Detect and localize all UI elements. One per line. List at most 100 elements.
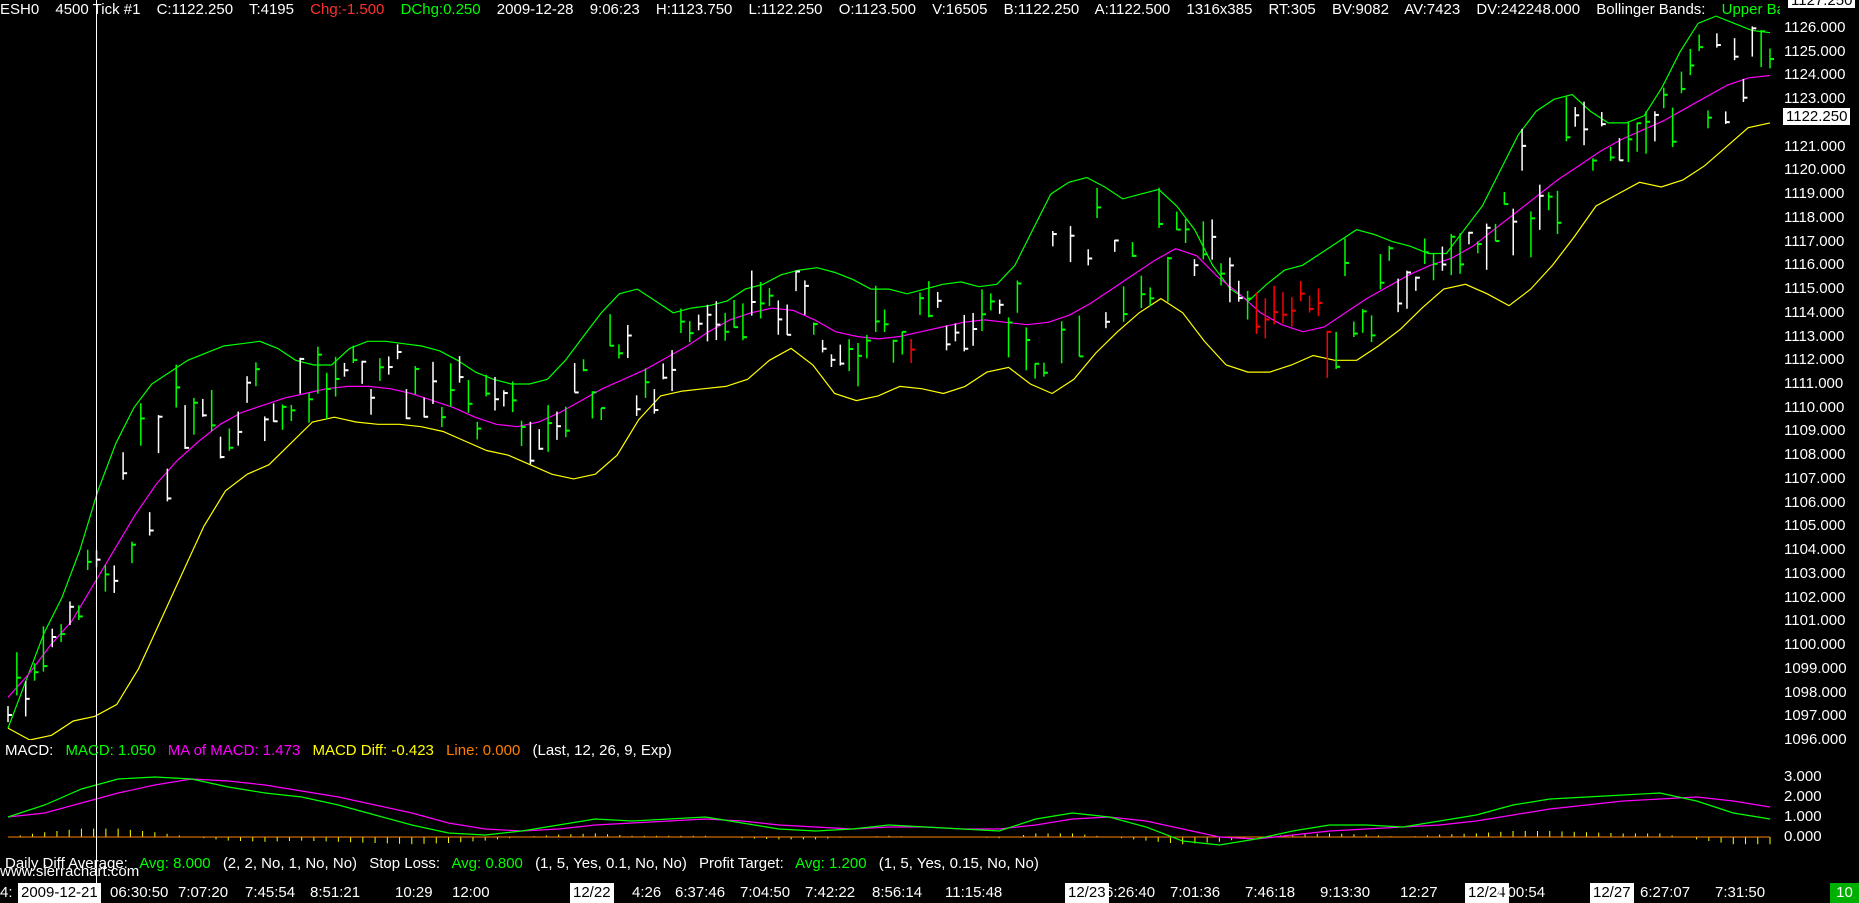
time-axis[interactable]: 4: 2009-12-21 06:30:50 7:07:20 7:45:54 8:51:2… xyxy=(0,883,1859,903)
time-axis-label: 9:13:30 xyxy=(1320,884,1371,901)
macd-diff-value: MACD Diff: -0.423 xyxy=(312,742,434,759)
price-bar xyxy=(600,407,606,420)
ma-of-macd-line xyxy=(7,778,1771,840)
price-bar xyxy=(1326,330,1332,378)
time-axis-label: 7:07:20 xyxy=(178,884,229,901)
price-bar xyxy=(1370,315,1376,343)
price-bar xyxy=(237,411,243,446)
price-bar xyxy=(1096,187,1102,219)
price-bar xyxy=(954,323,960,342)
daily-diff-params: (2, 2, No, 1, No, No) xyxy=(222,855,358,872)
current-price-marker: 1122.250 xyxy=(1783,108,1851,125)
price-bar xyxy=(432,361,438,404)
price-bar xyxy=(157,415,163,454)
price-bar xyxy=(680,308,685,334)
price-bar xyxy=(1636,122,1642,152)
price-bar xyxy=(662,363,668,380)
macd-title: MACD: xyxy=(5,742,54,759)
upper-band-line xyxy=(7,15,1771,729)
time-axis-label: 11:15:48 xyxy=(945,884,1003,901)
price-bar xyxy=(140,403,145,446)
price-bar xyxy=(131,541,136,564)
price-bar xyxy=(538,429,544,450)
price-bar xyxy=(122,452,128,480)
price-axis-label: 1120.000 xyxy=(1784,161,1846,179)
time-axis-label: 8:56:14 xyxy=(872,884,923,901)
price-bar xyxy=(1335,331,1341,370)
stop-loss-title: Stop Loss: xyxy=(369,855,441,872)
price-bar xyxy=(24,681,30,717)
price-bar xyxy=(361,360,367,384)
price-bar xyxy=(1556,190,1562,235)
price-bar xyxy=(1698,34,1704,52)
price-bar xyxy=(1255,292,1261,334)
time-axis-label: 7:00:54 xyxy=(1495,884,1546,901)
price-axis-label: 1100.000 xyxy=(1784,636,1846,654)
time-axis-label: 10:29 xyxy=(395,884,433,901)
price-bar xyxy=(51,628,57,648)
price-bar xyxy=(644,368,650,398)
price-bar xyxy=(839,344,845,366)
price-bar xyxy=(1131,242,1137,257)
corner-indicator[interactable]: 10 xyxy=(1830,883,1859,903)
price-bar xyxy=(511,381,517,413)
ma-of-macd-value: MA of MACD: 1.473 xyxy=(167,742,301,759)
price-axis-label: 1126.000 xyxy=(1784,19,1846,36)
price-chart[interactable] xyxy=(0,0,1780,740)
price-bar xyxy=(1477,241,1482,254)
price-bar xyxy=(556,411,561,440)
price-axis-label: 1118.000 xyxy=(1784,208,1845,226)
price-bar xyxy=(759,282,765,319)
profit-target-avg: Avg: 1.200 xyxy=(795,855,867,872)
price-bar xyxy=(706,304,712,342)
price-axis-label: 1105.000 xyxy=(1784,517,1846,535)
top-price-marker: 1127.250 xyxy=(1788,0,1856,8)
time-axis-label: 6:26:40 xyxy=(1105,884,1156,901)
price-axis-label: 1111.000 xyxy=(1784,375,1844,392)
price-bar xyxy=(1317,288,1323,317)
time-axis-label: 7:45:54 xyxy=(245,884,296,901)
price-bar xyxy=(1441,246,1447,271)
price-bar xyxy=(458,356,464,383)
price-bar xyxy=(33,663,39,681)
price-bar xyxy=(857,343,863,387)
price-axis-label: 1098.000 xyxy=(1784,683,1847,701)
price-axis-label: 1102.000 xyxy=(1784,588,1846,606)
middle-band-line xyxy=(7,74,1771,698)
price-bar xyxy=(627,324,632,359)
price-bar xyxy=(86,549,92,571)
price-bar xyxy=(1176,211,1181,231)
macd-axis-label: 3.000 xyxy=(1784,768,1822,785)
macd-params: (Last, 12, 26, 9, Exp) xyxy=(532,742,672,759)
price-bar xyxy=(715,301,721,341)
price-axis-label: 1108.000 xyxy=(1784,446,1846,464)
price-bar xyxy=(1291,297,1296,327)
stop-loss-avg: Avg: 0.800 xyxy=(451,855,523,872)
price-bar xyxy=(1122,286,1128,322)
price-bar xyxy=(945,325,951,351)
time-axis-label: 12:00 xyxy=(452,884,490,901)
time-axis-label: 8:51:21 xyxy=(310,884,361,901)
price-axis-label: 1104.000 xyxy=(1784,541,1846,559)
daily-diff-avg: Avg: 8.000 xyxy=(139,855,211,872)
price-bar xyxy=(1353,321,1358,338)
price-bar xyxy=(724,312,730,341)
lower-band-line xyxy=(7,122,1771,740)
time-axis-label: 7:01:36 xyxy=(1170,884,1221,901)
price-bar xyxy=(1654,111,1659,142)
profit-target-params: (1, 5, Yes, 0.15, No, No) xyxy=(878,855,1039,872)
price-bar xyxy=(95,550,101,568)
price-bar xyxy=(42,626,48,672)
price-bar xyxy=(547,405,553,452)
price-bar xyxy=(1158,187,1164,228)
price-bar xyxy=(317,346,322,394)
price-bar xyxy=(1211,219,1217,260)
price-bar xyxy=(228,428,234,451)
stop-loss-params: (1, 5, Yes, 0.1, No, No) xyxy=(535,855,687,872)
price-bar xyxy=(1716,33,1721,48)
price-bar xyxy=(689,321,694,343)
price-axis-label: 1121.000 xyxy=(1784,137,1846,155)
price-bar xyxy=(104,565,110,592)
price-bar xyxy=(308,393,314,423)
price-axis-label: 1097.000 xyxy=(1784,707,1847,725)
